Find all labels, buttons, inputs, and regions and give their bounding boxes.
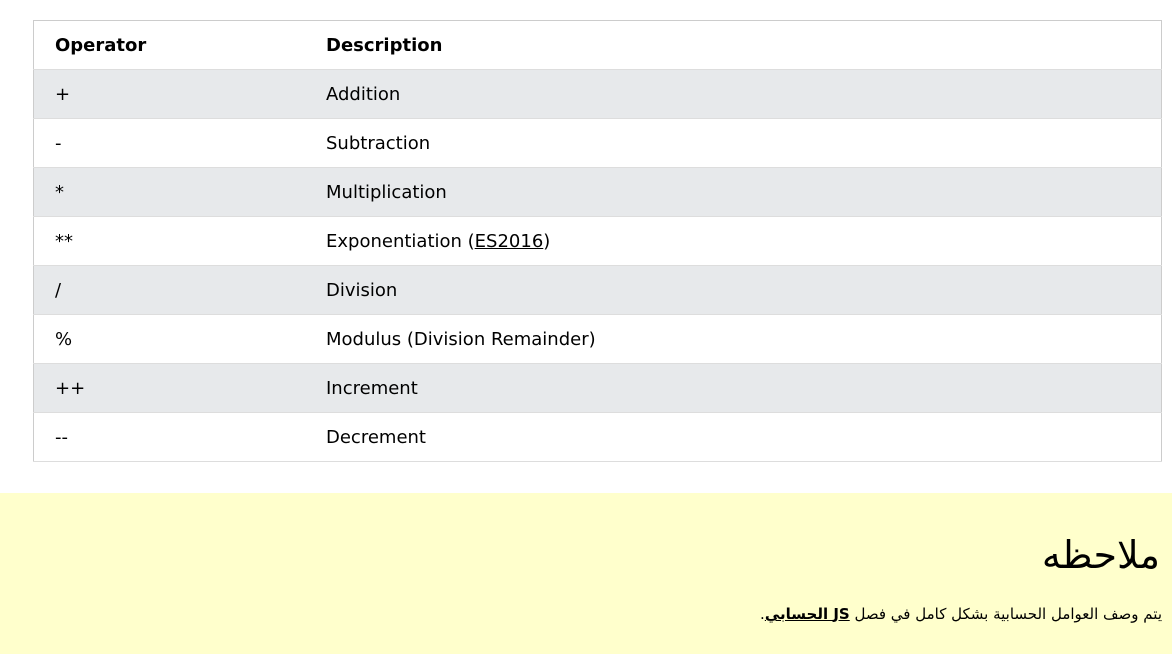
description-cell: Increment [305, 363, 1162, 413]
table-row: ++ Increment [33, 363, 1162, 413]
header-operator: Operator [33, 20, 305, 70]
operator-cell: ++ [33, 363, 305, 413]
js-arithmetic-link[interactable]: JS الحسابي [765, 605, 850, 623]
operator-cell: + [33, 69, 305, 119]
note-panel: ملاحظه يتم وصف العوامل الحسابية بشكل كام… [0, 493, 1172, 654]
es2016-link[interactable]: ES2016 [475, 231, 544, 252]
operators-table-container: Operator Description + Addition - Subtra… [33, 20, 1162, 462]
description-cell: Addition [305, 69, 1162, 119]
table-row: ** Exponentiation (ES2016) [33, 216, 1162, 266]
table-header-row: Operator Description [33, 20, 1162, 70]
operator-cell: - [33, 118, 305, 168]
description-cell: Exponentiation (ES2016) [305, 216, 1162, 266]
table-row: % Modulus (Division Remainder) [33, 314, 1162, 364]
note-text-before: يتم وصف العوامل الحسابية بشكل كامل في فص… [849, 605, 1163, 623]
description-text: Exponentiation ( [326, 230, 475, 252]
table-row: * Multiplication [33, 167, 1162, 217]
operator-cell: % [33, 314, 305, 364]
table-row: / Division [33, 265, 1162, 315]
operator-cell: -- [33, 412, 305, 462]
description-cell: Subtraction [305, 118, 1162, 168]
description-cell: Division [305, 265, 1162, 315]
operators-table: Operator Description + Addition - Subtra… [33, 20, 1162, 462]
description-cell: Decrement [305, 412, 1162, 462]
table-row: -- Decrement [33, 412, 1162, 462]
description-cell: Modulus (Division Remainder) [305, 314, 1162, 364]
note-text: يتم وصف العوامل الحسابية بشكل كامل في فص… [760, 605, 1162, 623]
table-row: - Subtraction [33, 118, 1162, 168]
operator-cell: / [33, 265, 305, 315]
description-cell: Multiplication [305, 167, 1162, 217]
header-description: Description [305, 20, 1162, 70]
table-row: + Addition [33, 69, 1162, 119]
operator-cell: * [33, 167, 305, 217]
operator-cell: ** [33, 216, 305, 266]
note-title: ملاحظه [1041, 533, 1160, 577]
description-suffix: ) [543, 230, 551, 252]
